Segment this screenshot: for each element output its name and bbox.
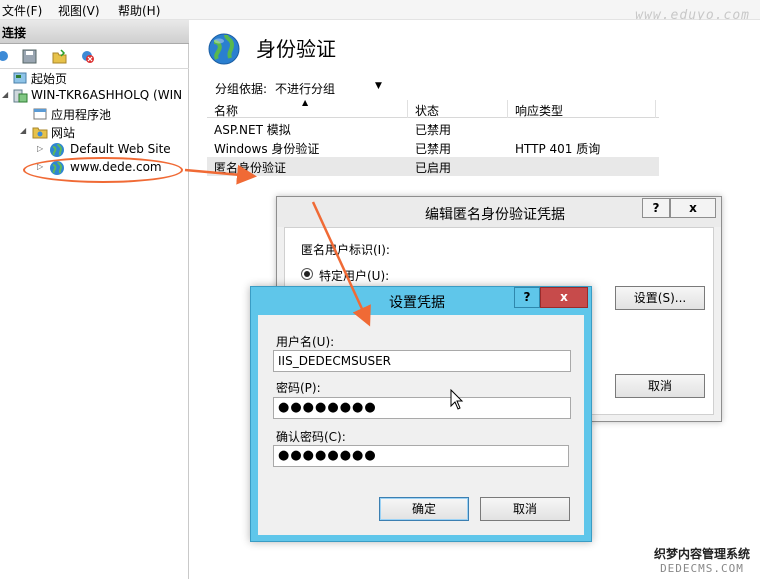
confirm-password-label: 确认密码(C): (276, 430, 346, 444)
connections-header: 连接 (0, 20, 189, 44)
connections-pane: 连接 起始页 ◢ WIN-TKR6ASHHOLQ (WIN 应用程序池 ◢ 网站… (0, 20, 189, 579)
annotation-ellipse (23, 157, 183, 183)
username-label: 用户名(U): (276, 335, 335, 349)
close-button[interactable]: x (670, 198, 716, 218)
specific-user-label: 特定用户(U): (319, 269, 390, 283)
server-icon (13, 89, 28, 103)
watermark-bottom: 织梦内容管理系统 DEDECMS.COM (648, 545, 756, 575)
menu-view[interactable]: 视图(V) (58, 2, 100, 19)
set-button[interactable]: 设置(S)... (615, 286, 705, 310)
cancel-button[interactable]: 取消 (615, 374, 705, 398)
watermark-line2: DEDECMS.COM (660, 562, 744, 575)
menu-help[interactable]: 帮助(H) (118, 2, 160, 19)
dialog-title: 编辑匿名身份验证凭据 (425, 207, 565, 223)
dialog-body: 用户名(U): IIS_DEDECMSUSER 密码(P): ●●●●●●●● … (258, 315, 584, 535)
identity-label: 匿名用户标识(I): (301, 243, 390, 257)
new-folder-icon[interactable] (52, 49, 67, 64)
collapse-icon[interactable]: ◢ (2, 91, 10, 99)
menu-bar: 文件(F) 视图(V) 帮助(H) www.eduyo.com (0, 0, 760, 23)
password-input[interactable]: ●●●●●●●● (273, 397, 571, 419)
set-credentials-dialog: 设置凭据 ? x 用户名(U): IIS_DEDECMSUSER 密码(P): … (250, 286, 592, 542)
connections-toolbar (0, 45, 189, 69)
column-header-response[interactable]: 响应类型 (508, 100, 656, 118)
password-label: 密码(P): (276, 381, 321, 395)
confirm-password-input[interactable]: ●●●●●●●● (273, 445, 569, 467)
save-icon[interactable] (22, 49, 37, 64)
group-by-select[interactable]: 不进行分组 (275, 80, 335, 97)
watermark-line1: 织梦内容管理系统 (653, 547, 750, 561)
connect-icon[interactable] (0, 49, 11, 64)
sort-up-icon: ▲ (302, 98, 309, 107)
folder-icon (32, 127, 48, 139)
globe-icon (208, 33, 240, 65)
table-row[interactable]: ASP.NET 模拟 已禁用 (207, 119, 659, 138)
specific-user-radio[interactable] (301, 268, 313, 280)
close-button[interactable]: x (540, 287, 588, 308)
help-button[interactable]: ? (642, 198, 670, 218)
cancel-button[interactable]: 取消 (480, 497, 570, 521)
ok-button[interactable]: 确定 (379, 497, 469, 521)
app-pool-icon (33, 108, 47, 120)
expand-icon[interactable]: ▷ (37, 145, 45, 153)
group-by-bar: 分组依据: 不进行分组 ▼ (207, 77, 677, 99)
column-header-status[interactable]: 状态 (408, 100, 508, 118)
chevron-down-icon[interactable]: ▼ (375, 81, 382, 91)
table-header: 名称 ▲ 状态 响应类型 (207, 98, 659, 118)
username-input[interactable]: IIS_DEDECMSUSER (273, 350, 571, 372)
mouse-cursor-icon (450, 389, 464, 410)
dialog-titlebar: 编辑匿名身份验证凭据 ? x (277, 197, 721, 227)
page-title: 身份验证 (256, 37, 336, 61)
globe-icon (50, 143, 64, 157)
table-row-selected[interactable]: 匿名身份验证 已启用 (207, 157, 659, 176)
table-row[interactable]: Windows 身份验证 已禁用 HTTP 401 质询 (207, 138, 659, 157)
disconnect-icon[interactable] (80, 49, 95, 64)
dialog-title: 设置凭据 (389, 295, 445, 311)
collapse-icon[interactable]: ◢ (20, 127, 28, 135)
start-page-icon (13, 72, 27, 84)
help-button[interactable]: ? (514, 287, 540, 308)
column-header-name[interactable]: 名称 ▲ (207, 98, 408, 118)
group-by-label: 分组依据: (215, 82, 268, 96)
menu-file[interactable]: 文件(F) (2, 2, 42, 19)
